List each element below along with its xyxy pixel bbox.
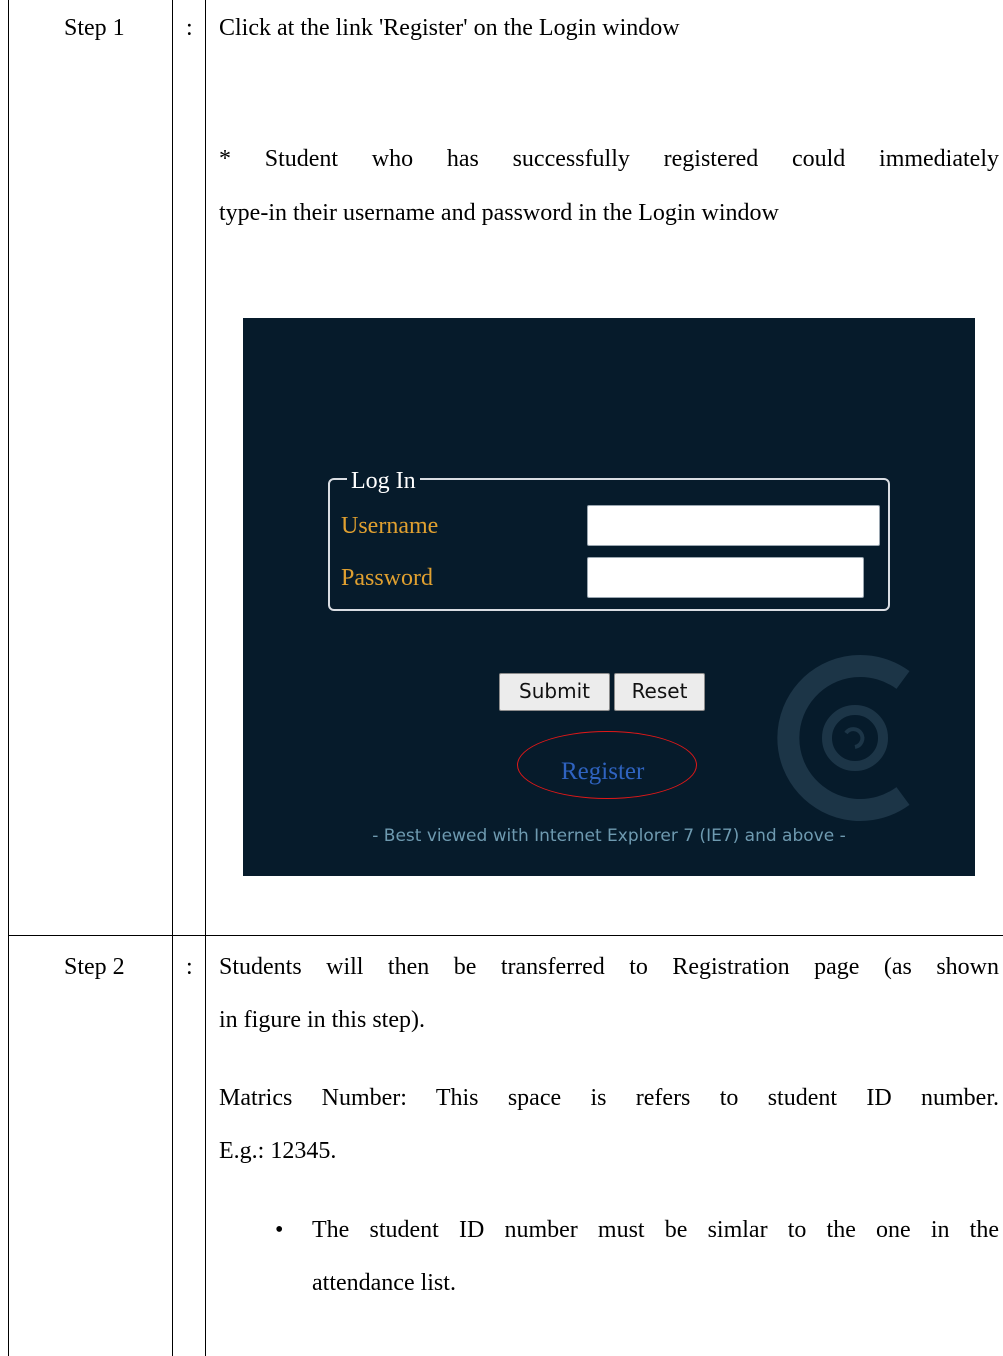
username-input[interactable] <box>587 505 880 546</box>
bullet-line-2: attendance list. <box>312 1270 456 1296</box>
register-link[interactable]: Register <box>561 758 644 786</box>
bullet-marker: • <box>275 1217 284 1243</box>
step-1-label: Step 1 <box>64 15 125 41</box>
login-window-screenshot: Log In Username Password Submit Reset Re… <box>243 318 975 876</box>
table-column-divider-2 <box>205 0 206 1356</box>
step-2-line-1: Students will then be transferred to Reg… <box>219 954 999 980</box>
matrics-line-1: Matrics Number: This space is refers to … <box>219 1085 999 1111</box>
reset-button[interactable]: Reset <box>614 673 705 711</box>
step-1-note-line-2: type-in their username and password in t… <box>219 200 779 226</box>
step-2-label: Step 2 <box>64 954 125 980</box>
step-1-separator: : <box>186 15 193 41</box>
matrics-line-2: E.g.: 12345. <box>219 1138 337 1164</box>
table-column-divider-1 <box>172 0 173 1356</box>
bullet-line-1: The student ID number must be simlar to … <box>312 1217 999 1243</box>
step-2-separator: : <box>186 954 193 980</box>
step-2-line-2: in figure in this step). <box>219 1007 425 1033</box>
step-1-note-line-1: * Student who has successfully registere… <box>219 146 999 172</box>
step-1-instruction: Click at the link 'Register' on the Logi… <box>219 15 680 41</box>
table-left-border <box>8 0 9 1356</box>
submit-button[interactable]: Submit <box>499 673 610 711</box>
circular-logo-icon <box>777 655 910 821</box>
username-label: Username <box>341 513 439 539</box>
password-input[interactable] <box>587 557 864 598</box>
browser-note: - Best viewed with Internet Explorer 7 (… <box>372 826 846 846</box>
login-legend: Log In <box>347 468 420 494</box>
password-label: Password <box>341 565 434 591</box>
table-row-divider <box>8 935 1003 936</box>
